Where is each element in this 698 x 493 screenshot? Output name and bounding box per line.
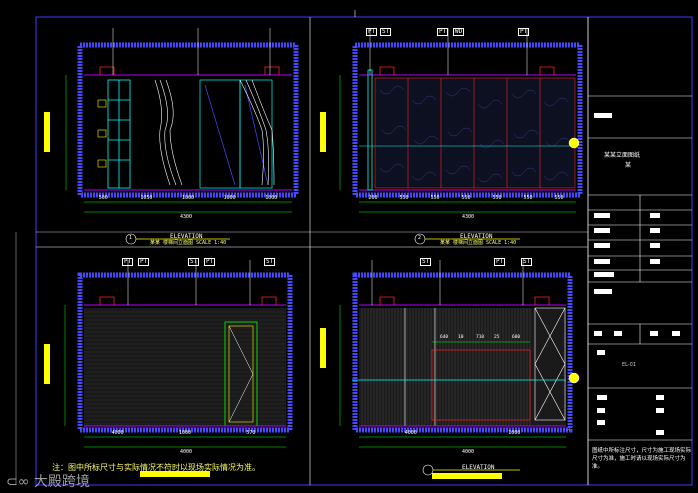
dimension-label: 1000 bbox=[508, 430, 521, 436]
total-dimension-label: 4300 bbox=[462, 214, 475, 220]
dimension-label: 570 bbox=[246, 430, 256, 436]
material-tag: PT bbox=[138, 258, 150, 266]
dimension-label: 1000 bbox=[179, 430, 192, 436]
material-tag: PT bbox=[204, 258, 216, 266]
watermark-icon: ⊂∞ bbox=[6, 474, 34, 490]
dimension-label: 1000 bbox=[265, 195, 278, 201]
material-tag: PT bbox=[494, 258, 506, 266]
dimension-label: 550 bbox=[492, 195, 502, 201]
panel-top-left bbox=[44, 28, 299, 245]
project-sub: 某 bbox=[625, 162, 632, 169]
dimension-label: 1050 bbox=[140, 195, 153, 201]
material-tag: ST bbox=[521, 258, 533, 266]
elevation-label-4: ELEVATION bbox=[462, 464, 495, 471]
total-dimension-label: 4300 bbox=[180, 214, 193, 220]
project-title: 某某立面图纸 bbox=[604, 152, 641, 159]
material-tag: PT bbox=[366, 28, 378, 36]
watermark-logo: ⊂∞ 大殿跨境 bbox=[6, 471, 90, 491]
dimension-label: 1000 bbox=[223, 195, 236, 201]
shelf-unit bbox=[107, 79, 131, 189]
dimension-label: 200 bbox=[368, 195, 378, 201]
dimension-label: 550 bbox=[399, 195, 409, 201]
marker-number-1: 1 bbox=[129, 235, 133, 241]
material-tag: ST bbox=[264, 258, 276, 266]
total-dimension-label: 4000 bbox=[462, 449, 475, 455]
dimension-label: 500 bbox=[98, 195, 108, 201]
dimension-label: 550 bbox=[554, 195, 564, 201]
dimension-label: 550 bbox=[461, 195, 471, 201]
material-tag: ST bbox=[380, 28, 392, 36]
marker-number-2: 2 bbox=[418, 235, 422, 241]
dimension-label: 1000 bbox=[182, 195, 195, 201]
panel-top-right bbox=[320, 28, 583, 245]
elevation-sub-1: 某某 楼梯间立面图 SCALE 1:40 bbox=[150, 240, 227, 246]
dimension-label: 4000 bbox=[404, 430, 417, 436]
elevation-drawing bbox=[15, 10, 693, 486]
dimension-label: 550 bbox=[523, 195, 533, 201]
sliding-door bbox=[199, 79, 273, 189]
material-tag: ST bbox=[420, 258, 432, 266]
inner-dimension-label: 710 bbox=[476, 335, 485, 340]
inner-dimension-label: 25 bbox=[494, 335, 500, 340]
material-tag: PT bbox=[437, 28, 449, 36]
cad-viewport[interactable]: PT PT ST PT ST PT ST PT WD PT ST PT ST 500 1050 1000 10… bbox=[0, 0, 698, 493]
inner-dimension-label: 680 bbox=[512, 335, 521, 340]
title-block-note: 图纸中所标注尺寸，尺寸为施工现场实际尺寸为准，施工时请以现场实际尺寸为准。 bbox=[592, 448, 692, 470]
material-tag: PT bbox=[122, 258, 134, 266]
inner-dimension-label: 640 bbox=[440, 335, 449, 340]
wall-panels bbox=[359, 77, 576, 189]
material-tag: PT bbox=[518, 28, 530, 36]
inner-dimension-label: 10 bbox=[458, 335, 464, 340]
title-block bbox=[588, 95, 692, 441]
dimension-label: 4000 bbox=[111, 430, 124, 436]
material-tag: ST bbox=[188, 258, 200, 266]
elevation-sub-2: 某某 楼梯间立面图 SCALE 1:40 bbox=[440, 240, 517, 246]
watermark-text: 大殿跨境 bbox=[33, 474, 90, 490]
sheet-number: EL-01 bbox=[622, 362, 637, 368]
material-tag: WD bbox=[453, 28, 465, 36]
panel-bottom-left bbox=[44, 260, 293, 448]
title-block-cells bbox=[594, 113, 680, 435]
dimension-label: 550 bbox=[430, 195, 440, 201]
total-dimension-label: 4000 bbox=[180, 449, 193, 455]
